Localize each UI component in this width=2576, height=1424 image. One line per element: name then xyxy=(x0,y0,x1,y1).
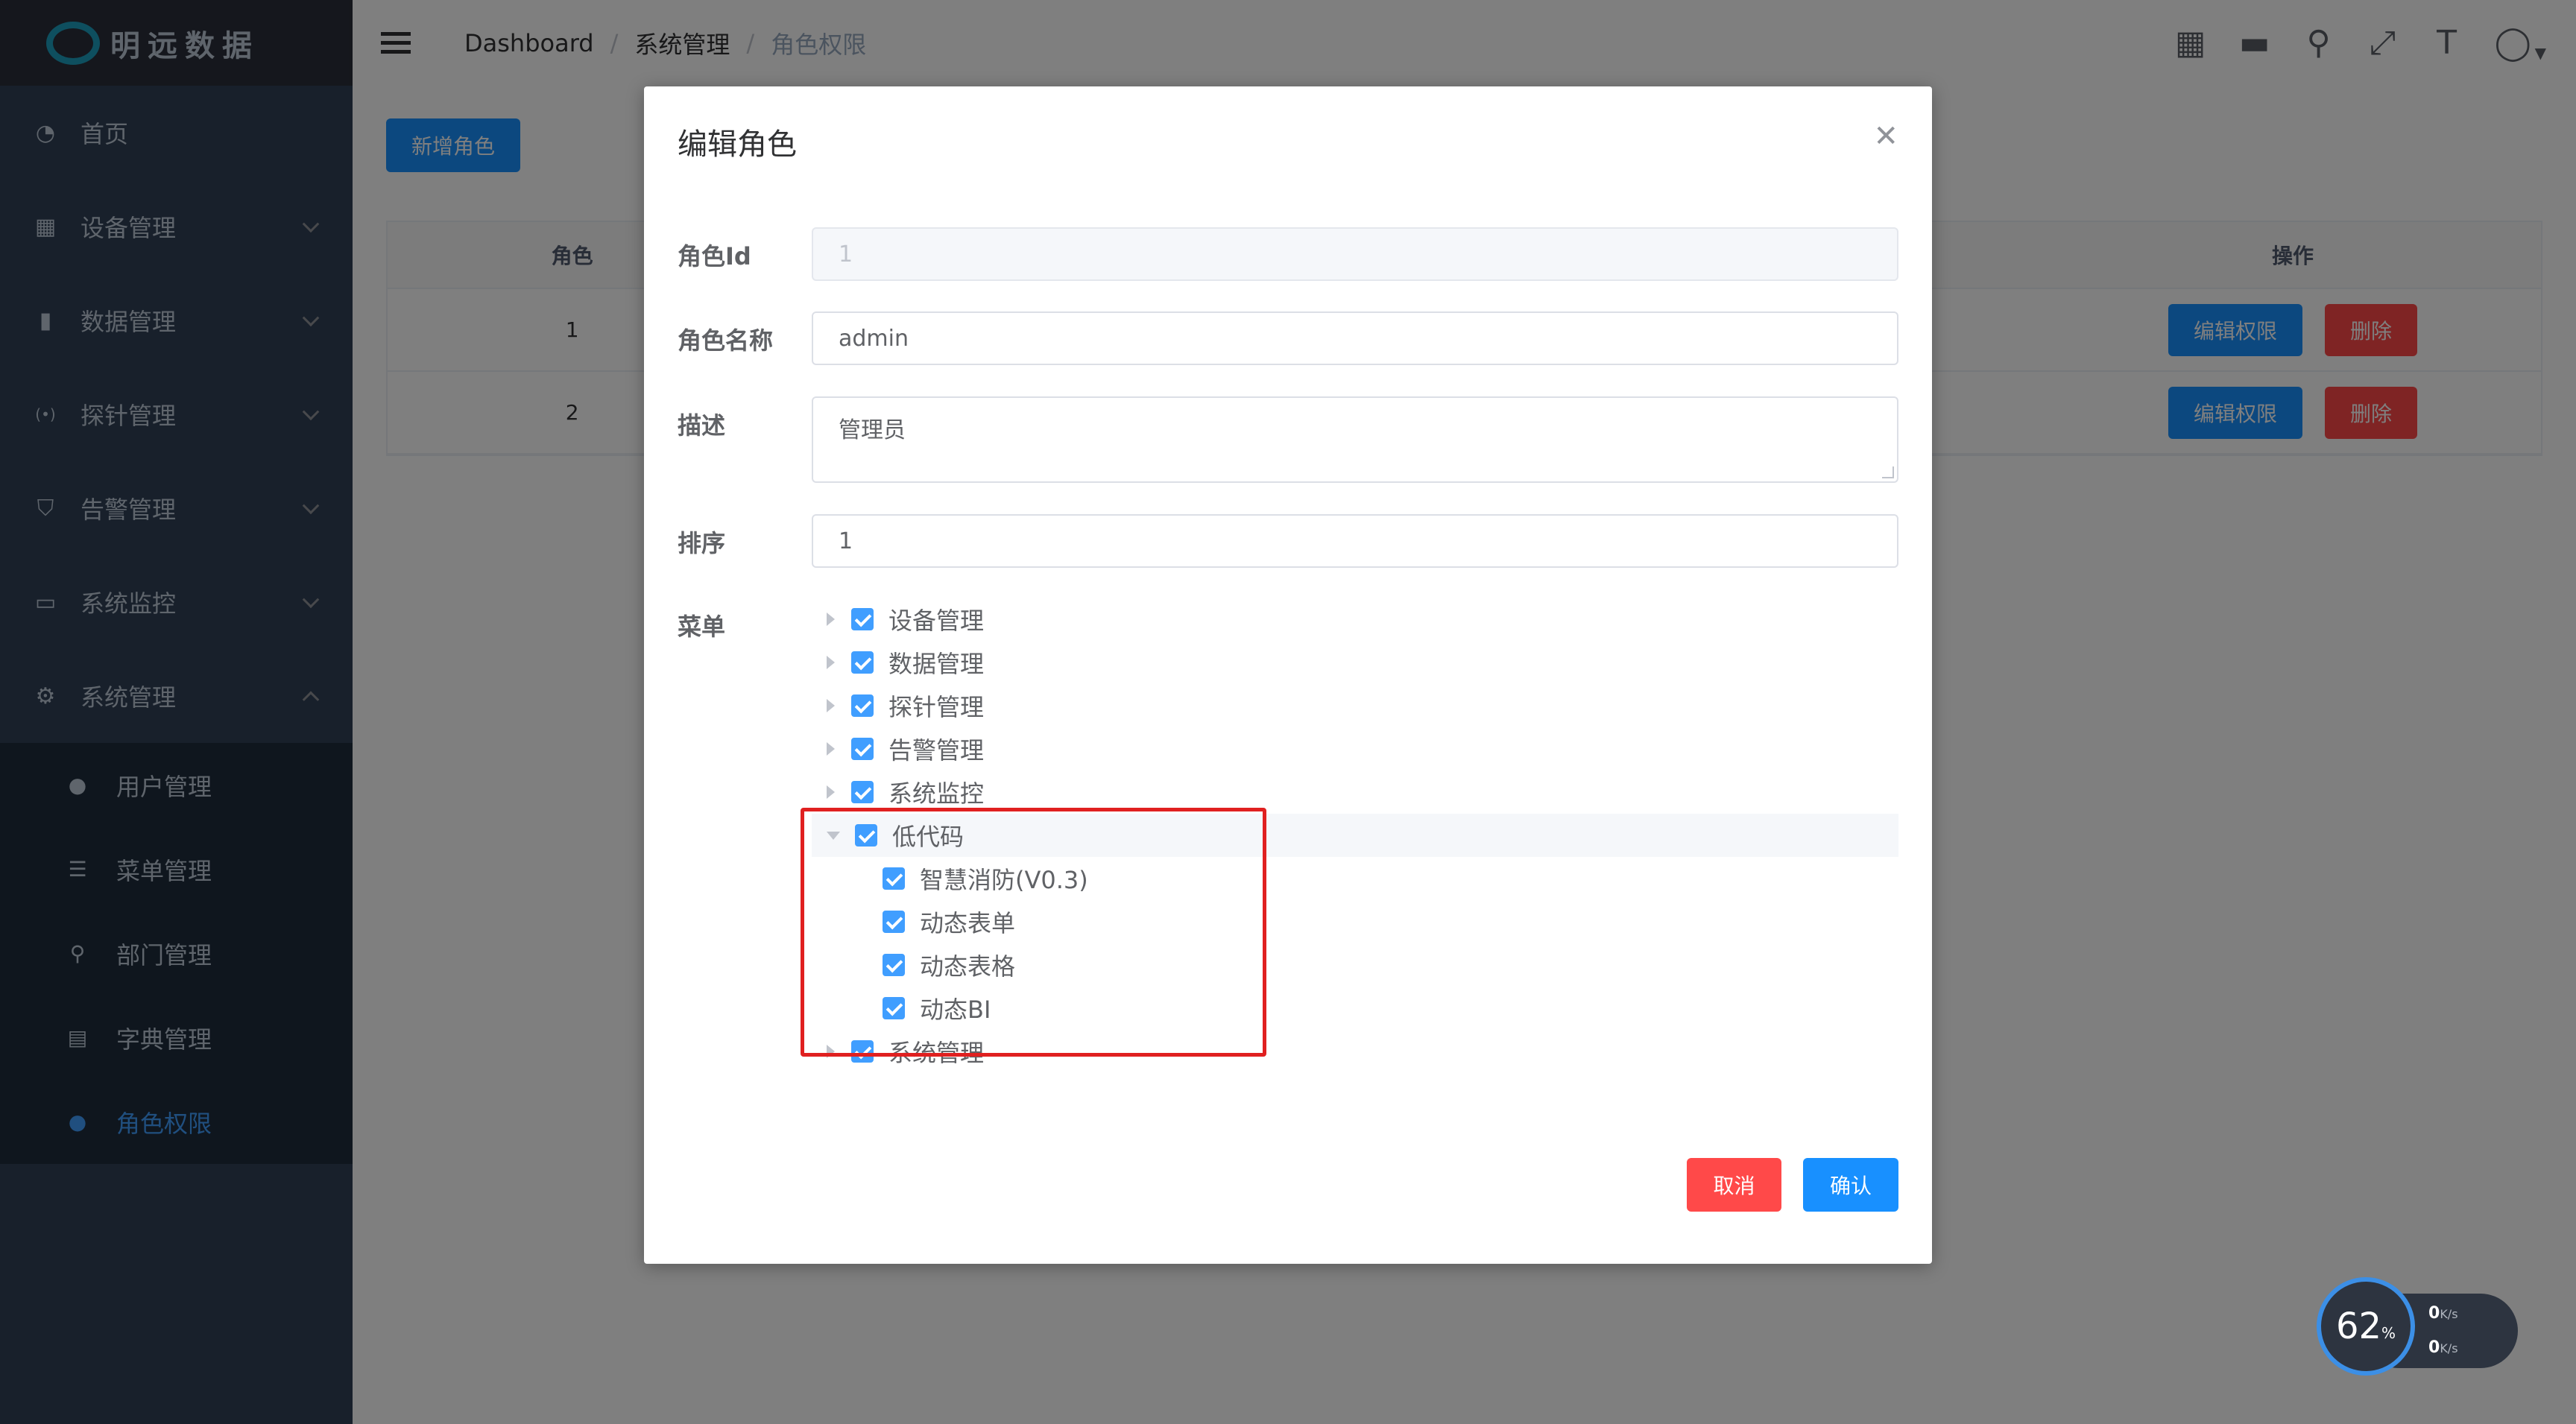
dialog-title: 编辑角色 xyxy=(678,127,797,162)
upload-speed-value: 0 xyxy=(2428,1304,2440,1323)
usage-gauge: 62% xyxy=(2317,1277,2415,1376)
role-id-field: 1 xyxy=(812,227,1898,281)
tree-node-label: 数据管理 xyxy=(888,650,985,678)
sort-field[interactable]: 1 xyxy=(812,514,1898,568)
description-value: 管理员 xyxy=(839,417,906,443)
caret-right-icon[interactable] xyxy=(827,613,835,626)
download-speed: 0K/s xyxy=(2428,1338,2458,1357)
close-icon[interactable]: ✕ xyxy=(1873,119,1898,154)
role-name-field[interactable]: admin xyxy=(812,311,1898,365)
tree-node-alarm[interactable]: 告警管理 xyxy=(812,727,1898,770)
node-checkbox[interactable] xyxy=(851,651,874,674)
confirm-button[interactable]: 确认 xyxy=(1803,1158,1898,1212)
tree-node-data[interactable]: 数据管理 xyxy=(812,641,1898,684)
upload-speed: 0K/s xyxy=(2428,1304,2458,1323)
cancel-button[interactable]: 取消 xyxy=(1687,1158,1781,1212)
menu-label: 菜单 xyxy=(678,613,726,641)
usage-percent: 62 xyxy=(2335,1306,2382,1347)
tree-node-label: 告警管理 xyxy=(888,736,985,765)
resize-handle-icon[interactable] xyxy=(1882,466,1894,478)
node-checkbox[interactable] xyxy=(851,738,874,760)
tree-node-label: 系统监控 xyxy=(888,779,985,808)
role-id-label: 角色Id xyxy=(678,242,751,270)
download-speed-value: 0 xyxy=(2428,1338,2440,1357)
caret-right-icon[interactable] xyxy=(827,699,835,712)
tree-node-label: 探针管理 xyxy=(888,693,985,721)
role-name-label: 角色名称 xyxy=(678,326,774,355)
caret-right-icon[interactable] xyxy=(827,785,835,799)
caret-right-icon[interactable] xyxy=(827,656,835,669)
node-checkbox[interactable] xyxy=(851,694,874,717)
speed-unit: K/s xyxy=(2440,1307,2458,1321)
node-checkbox[interactable] xyxy=(851,608,874,630)
caret-right-icon[interactable] xyxy=(827,742,835,756)
highlight-annotation-box xyxy=(801,808,1266,1057)
node-checkbox[interactable] xyxy=(851,781,874,803)
description-label: 描述 xyxy=(678,411,726,440)
description-textarea[interactable]: 管理员 xyxy=(812,396,1898,483)
edit-role-dialog: 编辑角色 ✕ 角色Id 1 角色名称 admin 描述 管理员 排序 1 菜单 … xyxy=(644,86,1932,1264)
tree-node-probe[interactable]: 探针管理 xyxy=(812,684,1898,727)
speed-unit: K/s xyxy=(2440,1341,2458,1355)
tree-node-device[interactable]: 设备管理 xyxy=(812,598,1898,641)
percent-sign: % xyxy=(2381,1324,2396,1342)
network-speed-widget[interactable]: ↑ ↓ 0K/s 0K/s 62% xyxy=(2317,1277,2518,1379)
sort-label: 排序 xyxy=(678,529,726,557)
tree-node-label: 设备管理 xyxy=(888,607,985,635)
